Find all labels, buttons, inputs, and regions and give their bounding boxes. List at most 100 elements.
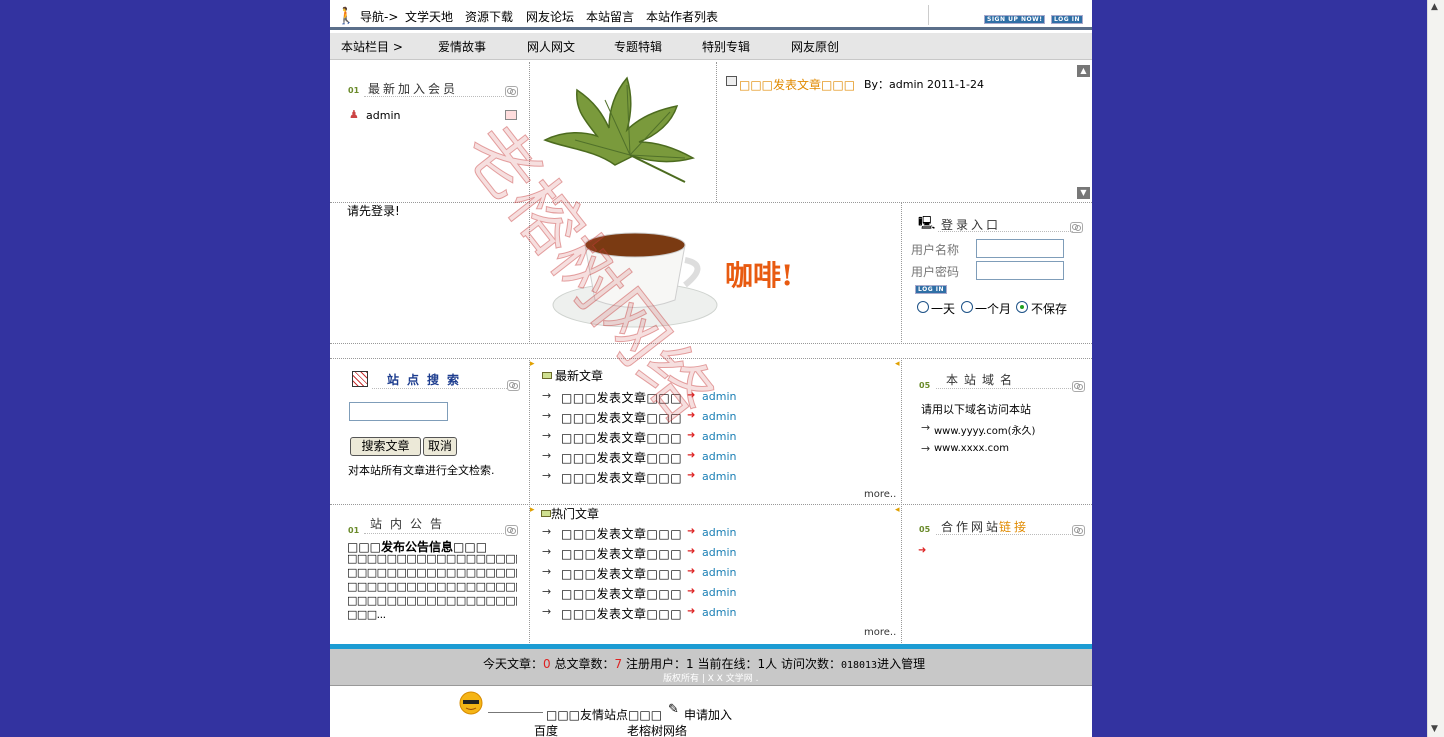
friend-link-baidu[interactable]: 百度	[534, 722, 558, 737]
corner-deco-icon	[1070, 222, 1083, 233]
category-label: 本站栏目 >	[341, 40, 403, 54]
scroll-up-icon[interactable]: ▲	[1077, 65, 1090, 77]
members-title: 最新加入会员	[368, 82, 459, 96]
mail-icon[interactable]	[505, 110, 517, 120]
edit-icon: ✎	[668, 702, 679, 717]
featured-title[interactable]: □□□发表文章□□□	[739, 76, 855, 93]
category-special-topics[interactable]: 专题特辑	[614, 38, 662, 55]
search-cancel-button[interactable]: 取消	[423, 437, 457, 456]
domain-link[interactable]: www.xxxx.com	[934, 443, 1009, 454]
latest-article-link[interactable]: □□□发表文章□□□	[561, 449, 682, 466]
red-arrow-icon: ➜	[687, 390, 696, 401]
hot-article-link[interactable]: □□□发表文章□□□	[561, 525, 682, 542]
latest-article-link[interactable]: □□□发表文章□□□	[561, 429, 682, 446]
latest-title: 最新文章	[555, 369, 604, 383]
category-netizen-articles[interactable]: 网人网文	[527, 38, 575, 55]
admin-link[interactable]: 进入管理	[877, 657, 925, 671]
divider	[529, 202, 530, 342]
latest-article-link[interactable]: □□□发表文章□□□	[561, 389, 682, 406]
hot-author-link[interactable]: admin	[702, 526, 736, 539]
box-number: 01	[348, 526, 360, 535]
nav-link-guestbook[interactable]: 本站留言	[586, 8, 634, 25]
category-special-albums[interactable]: 特别专辑	[702, 38, 750, 55]
bullet-arrow-icon: →	[542, 449, 552, 462]
login-top-button[interactable]: LOG IN	[1051, 15, 1083, 24]
stats-online-value: 1人	[757, 657, 778, 671]
hot-author-link[interactable]: admin	[702, 566, 736, 579]
red-arrow-icon: ➜	[687, 430, 696, 441]
latest-author-link[interactable]: admin	[702, 410, 736, 423]
hot-more-link[interactable]: more..	[864, 627, 896, 638]
no-remember-label: 不保存	[1031, 302, 1068, 316]
latest-article-link[interactable]: □□□发表文章□□□	[561, 469, 682, 486]
login-notice: 请先登录!	[347, 204, 400, 218]
stats-online-label: 当前在线：	[697, 657, 758, 671]
hot-author-link[interactable]: admin	[702, 586, 736, 599]
scroll-down-icon[interactable]: ▼	[1077, 187, 1090, 199]
username-input[interactable]	[976, 239, 1064, 258]
remember-one-day-radio[interactable]	[917, 301, 929, 313]
hot-author-link[interactable]: admin	[702, 606, 736, 619]
search-submit-button[interactable]: 搜索文章	[350, 437, 421, 456]
user-icon: ♟	[349, 108, 359, 121]
latest-article-link[interactable]: □□□发表文章□□□	[561, 409, 682, 426]
signup-button[interactable]: SIGN UP NOW!	[984, 15, 1046, 24]
category-original[interactable]: 网友原创	[791, 38, 839, 55]
password-input[interactable]	[976, 261, 1064, 280]
no-remember-radio[interactable]	[1016, 301, 1028, 313]
nav-link-downloads[interactable]: 资源下载	[465, 8, 513, 25]
domain-intro: 请用以下域名访问本站	[921, 403, 1031, 416]
latest-more-link[interactable]: more..	[864, 489, 896, 500]
red-arrow-icon: ➜	[687, 470, 696, 481]
bullet-arrow-icon: →	[542, 585, 552, 598]
hot-author-link[interactable]: admin	[702, 546, 736, 559]
remember-one-month-radio[interactable]	[961, 301, 973, 313]
latest-author-link[interactable]: admin	[702, 470, 736, 483]
red-arrow-icon: ➜	[687, 546, 696, 557]
scroll-up-arrow-icon[interactable]: ▲	[1431, 2, 1438, 12]
nav-link-authors[interactable]: 本站作者列表	[646, 8, 718, 25]
red-arrow-icon: ➜	[687, 526, 696, 537]
copyright-text: 版权所有 | X X 文学网 .	[663, 674, 759, 684]
coffee-caption: 咖啡!	[725, 259, 794, 292]
leaf-image	[543, 76, 695, 183]
category-nav-bar: 本站栏目 > 爱情故事 网人网文 专题特辑 特别专辑 网友原创	[330, 33, 1092, 60]
friend-link-banyan[interactable]: 老榕树网络	[627, 722, 687, 737]
divider	[529, 62, 530, 202]
login-button[interactable]: LOG IN	[915, 285, 947, 294]
apply-link[interactable]: 申请加入	[684, 706, 732, 723]
member-name[interactable]: admin	[366, 109, 400, 122]
username-label: 用户名称	[911, 243, 960, 257]
partners-title-link: 链接	[999, 520, 1030, 534]
computer-icon: 🖳	[918, 216, 936, 231]
search-icon	[352, 371, 368, 387]
top-nav-bar: 🚶 导航-> 文学天地 资源下载 网友论坛 本站留言 本站作者列表 SIGN U…	[330, 0, 1092, 30]
divider	[330, 343, 1092, 344]
hot-article-link[interactable]: □□□发表文章□□□	[561, 565, 682, 582]
bullet-arrow-icon: →	[542, 525, 552, 538]
coffee-cup-image	[552, 232, 718, 328]
divider	[330, 202, 1092, 203]
search-input[interactable]	[349, 402, 448, 421]
hot-article-link[interactable]: □□□发表文章□□□	[561, 605, 682, 622]
nav-link-forum[interactable]: 网友论坛	[526, 8, 574, 25]
browser-scrollbar[interactable]: ▲ ▼	[1427, 0, 1444, 737]
category-love-stories[interactable]: 爱情故事	[438, 38, 486, 55]
scroll-down-arrow-icon[interactable]: ▼	[1431, 724, 1438, 734]
latest-author-link[interactable]: admin	[702, 390, 736, 403]
hot-article-link[interactable]: □□□发表文章□□□	[561, 585, 682, 602]
title-underline	[936, 534, 1073, 536]
title-underline	[938, 231, 1073, 233]
latest-author-link[interactable]: admin	[702, 450, 736, 463]
bullet-arrow-icon: →	[542, 429, 552, 442]
domain-link[interactable]: www.yyyy.com(永久)	[934, 422, 1035, 437]
divider	[330, 504, 1092, 505]
divider	[529, 358, 530, 643]
red-arrow-icon: ➜	[687, 606, 696, 617]
red-arrow-icon: ➜	[918, 545, 927, 556]
box-number: 01	[348, 86, 360, 95]
hot-article-link[interactable]: □□□发表文章□□□	[561, 545, 682, 562]
nav-link-literature[interactable]: 文学天地	[405, 8, 453, 25]
latest-author-link[interactable]: admin	[702, 430, 736, 443]
stats-users-value: 1	[685, 657, 694, 671]
